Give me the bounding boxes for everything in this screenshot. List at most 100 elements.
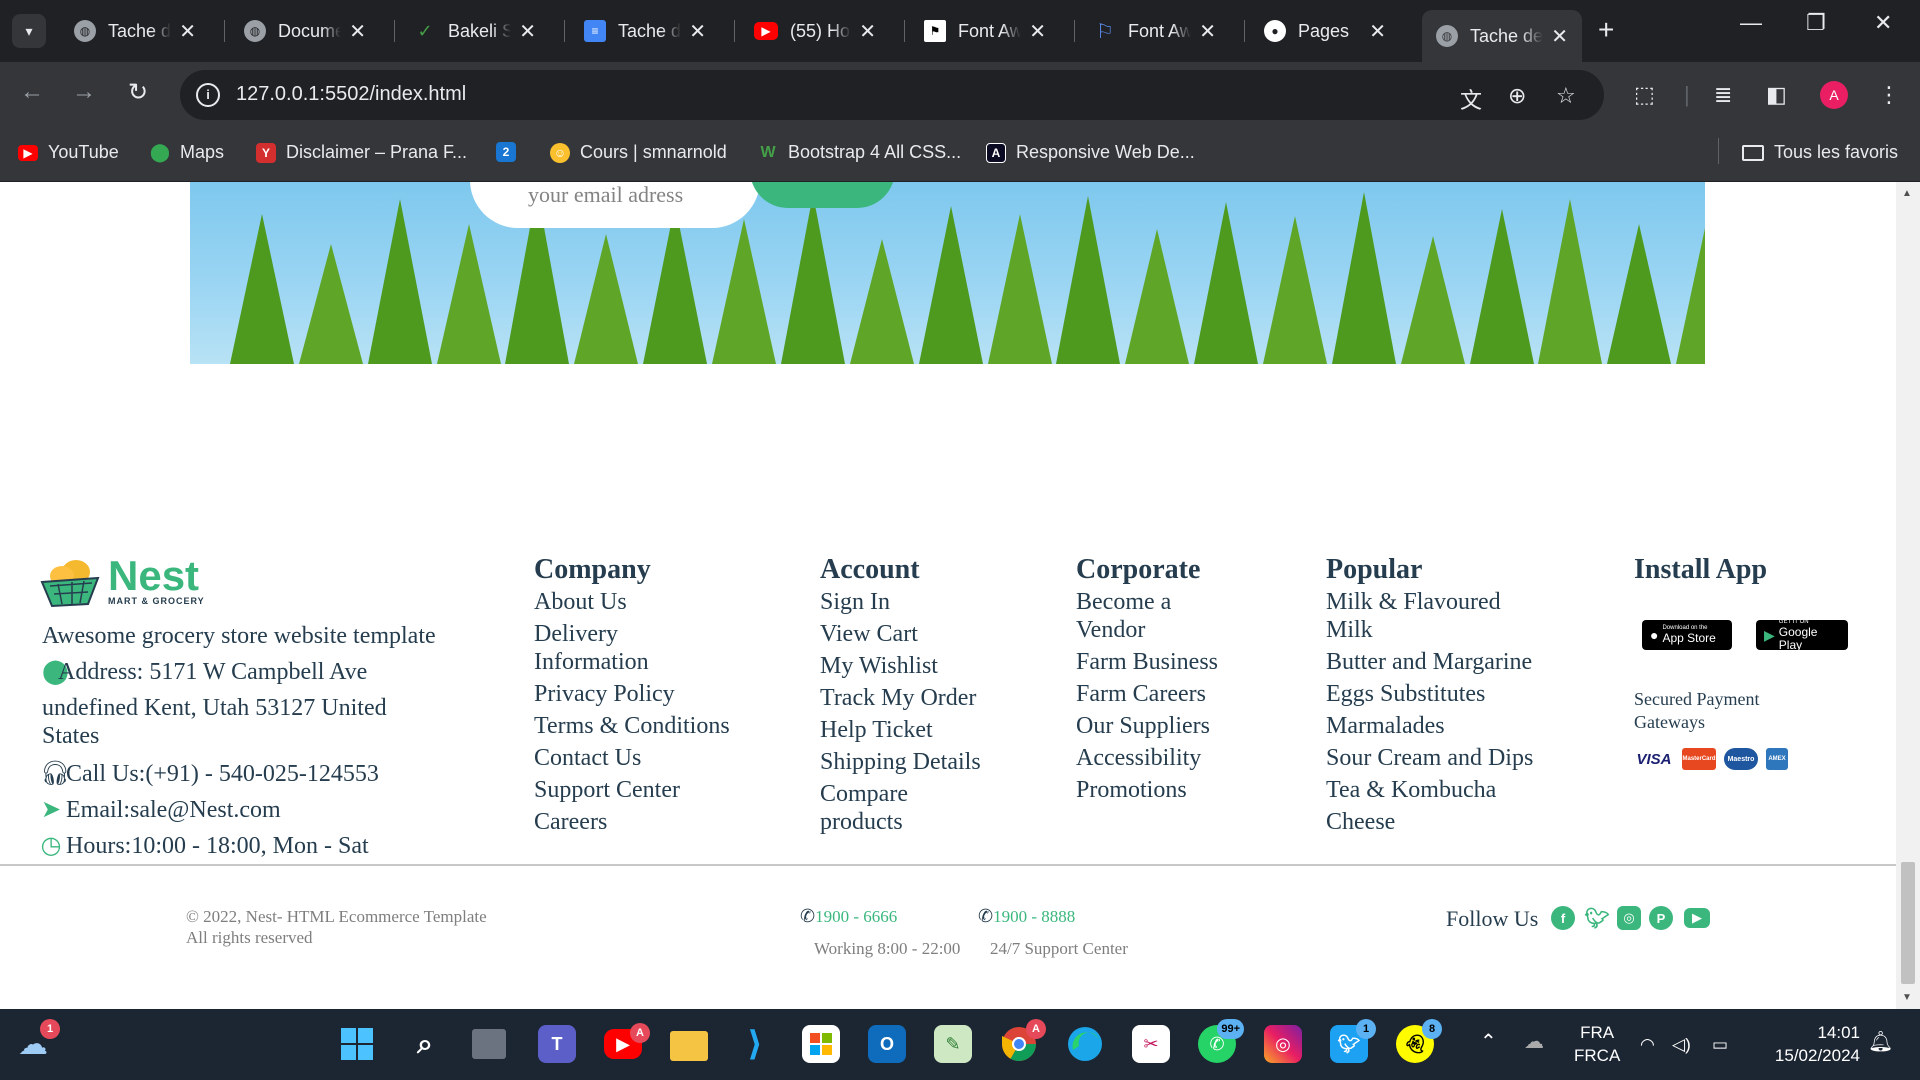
- footer-link[interactable]: Cheese: [1326, 808, 1556, 836]
- whatsapp-icon[interactable]: ✆ 99+: [1198, 1019, 1244, 1063]
- notification-bell-icon[interactable]: 🔔︎: [1868, 1031, 1893, 1054]
- close-icon[interactable]: ✕: [1199, 19, 1216, 44]
- side-panel-icon[interactable]: ◧: [1766, 82, 1787, 108]
- back-arrow-icon[interactable]: ←: [20, 78, 44, 106]
- close-icon[interactable]: ✕: [859, 19, 876, 44]
- media-icon[interactable]: ≣: [1714, 82, 1732, 108]
- search-icon[interactable]: ⌕: [406, 1025, 444, 1063]
- tab-8[interactable]: ● Pages ✕: [1250, 10, 1400, 52]
- site-info-icon[interactable]: i: [196, 83, 220, 107]
- bookmark-bootstrap[interactable]: W Bootstrap 4 All CSS...: [758, 142, 961, 163]
- all-bookmarks[interactable]: Tous les favoris: [1742, 142, 1898, 163]
- star-icon[interactable]: ☆: [1556, 83, 1576, 109]
- volume-icon[interactable]: ◁): [1672, 1033, 1691, 1056]
- vscode-icon[interactable]: ⟩: [736, 1025, 774, 1063]
- tab-7[interactable]: ⚐ Font Aw ✕: [1080, 10, 1230, 52]
- footer-link[interactable]: Promotions: [1076, 776, 1256, 804]
- footer-link[interactable]: Privacy Policy: [534, 680, 774, 708]
- bookmark-2[interactable]: 2: [496, 142, 526, 162]
- edge-icon[interactable]: [1066, 1025, 1104, 1063]
- footer-link[interactable]: Sour Cream and Dips: [1326, 744, 1556, 772]
- instagram-icon[interactable]: ◎: [1617, 906, 1641, 930]
- tab-6[interactable]: ⚑ Font Aw ✕: [910, 10, 1060, 52]
- tab-search-button[interactable]: ▾: [12, 14, 46, 48]
- nest-logo[interactable]: Nest MART & GROCERY: [36, 554, 205, 608]
- footer-link[interactable]: Sign In: [820, 588, 1020, 616]
- reload-icon[interactable]: ↻: [128, 78, 148, 107]
- footer-link[interactable]: Butter and Margarine: [1326, 648, 1556, 676]
- notes-icon[interactable]: ✎: [934, 1025, 972, 1063]
- bookmark-maps[interactable]: ⬤ Maps: [150, 142, 224, 163]
- new-tab-button[interactable]: +: [1598, 14, 1614, 46]
- restore-icon[interactable]: ❐: [1806, 10, 1826, 36]
- footer-link[interactable]: Track My Order: [820, 684, 1020, 712]
- footer-link[interactable]: Eggs Substitutes: [1326, 680, 1556, 708]
- footer-link[interactable]: View Cart: [820, 620, 1020, 648]
- tab-2[interactable]: ◍ Document ✕: [230, 10, 380, 52]
- footer-link[interactable]: My Wishlist: [820, 652, 1020, 680]
- windows-start-icon[interactable]: [338, 1025, 376, 1063]
- weather-icon[interactable]: ☁ 1: [14, 1019, 60, 1063]
- minimize-icon[interactable]: —: [1740, 10, 1762, 36]
- language-indicator[interactable]: FRA FRCA: [1574, 1021, 1620, 1067]
- footer-link[interactable]: Farm Business: [1076, 648, 1256, 676]
- close-icon[interactable]: ✕: [1551, 24, 1568, 49]
- snipping-tool-icon[interactable]: ✂: [1132, 1025, 1170, 1063]
- footer-link[interactable]: Support Center: [534, 776, 774, 804]
- onedrive-icon[interactable]: ☁: [1524, 1031, 1544, 1054]
- tab-5[interactable]: ▶ (55) Ho ✕: [740, 10, 890, 52]
- pinterest-icon[interactable]: P: [1649, 906, 1673, 930]
- tab-1[interactable]: ◍ Tache de ✕: [60, 10, 210, 52]
- footer-link[interactable]: Compare products: [820, 780, 930, 836]
- close-icon[interactable]: ✕: [689, 19, 706, 44]
- footer-link[interactable]: Shipping Details: [820, 748, 1020, 776]
- tab-3[interactable]: ✓ Bakeli Sc ✕: [400, 10, 550, 52]
- scroll-down-icon[interactable]: ▼: [1902, 992, 1912, 1003]
- close-icon[interactable]: ✕: [1029, 19, 1046, 44]
- footer-link[interactable]: Our Suppliers: [1076, 712, 1256, 740]
- footer-link[interactable]: Accessibility: [1076, 744, 1256, 772]
- footer-link[interactable]: About Us: [534, 588, 774, 616]
- profile-avatar[interactable]: A: [1820, 81, 1848, 109]
- teams-icon[interactable]: T: [538, 1025, 576, 1063]
- scroll-up-icon[interactable]: ▲: [1902, 188, 1912, 199]
- app-store-button[interactable]: ● Download on the App Store: [1642, 620, 1732, 650]
- footer-link[interactable]: Marmalades: [1326, 712, 1556, 740]
- twitter-app-icon[interactable]: 🐦︎ 1: [1330, 1019, 1376, 1063]
- footer-link[interactable]: Become a Vendor: [1076, 588, 1196, 644]
- phone-1[interactable]: ✆1900 - 6666: [800, 906, 897, 927]
- footer-link[interactable]: Help Ticket: [820, 716, 1020, 744]
- close-icon[interactable]: ✕: [179, 19, 196, 44]
- battery-icon[interactable]: ▭: [1712, 1033, 1728, 1056]
- footer-link[interactable]: Contact Us: [534, 744, 774, 772]
- zoom-icon[interactable]: ⊕: [1508, 83, 1526, 109]
- close-icon[interactable]: ✕: [1369, 19, 1386, 44]
- extensions-icon[interactable]: ⬚: [1634, 82, 1655, 108]
- forward-arrow-icon[interactable]: →: [72, 78, 96, 106]
- scrollbar-thumb[interactable]: [1901, 862, 1915, 984]
- page-scrollbar[interactable]: ▲ ▼: [1896, 182, 1920, 1009]
- microsoft-store-icon[interactable]: [802, 1025, 840, 1063]
- translate-icon[interactable]: 文: [1460, 83, 1482, 115]
- footer-link[interactable]: Terms & Conditions: [534, 712, 774, 740]
- close-icon[interactable]: ✕: [349, 19, 366, 44]
- google-play-button[interactable]: ▶ GET IT ON Google Play: [1756, 619, 1848, 651]
- bookmark-prana[interactable]: Y Disclaimer – Prana F...: [256, 142, 467, 163]
- bookmark-smnarnold[interactable]: ☺ Cours | smnarnold: [550, 142, 727, 163]
- close-window-icon[interactable]: ✕: [1874, 10, 1892, 36]
- snapchat-icon[interactable]: 👻︎ 8: [1396, 1019, 1442, 1063]
- menu-icon[interactable]: ⋮: [1878, 82, 1900, 108]
- wifi-icon[interactable]: ◠: [1640, 1033, 1655, 1056]
- address-bar[interactable]: i 127.0.0.1:5502/index.html 文 ⊕ ☆: [180, 70, 1604, 120]
- footer-link[interactable]: Careers: [534, 808, 774, 836]
- subscribe-button[interactable]: [750, 182, 895, 208]
- bookmark-responsive[interactable]: A Responsive Web De...: [986, 142, 1195, 163]
- tab-active[interactable]: ◍ Tache de ✕: [1422, 10, 1582, 62]
- bookmark-youtube[interactable]: ▶ YouTube: [18, 142, 119, 163]
- youtube-app-icon[interactable]: ▶ A: [604, 1023, 650, 1059]
- phone-2[interactable]: ✆1900 - 8888: [978, 906, 1075, 927]
- instagram-app-icon[interactable]: ◎: [1264, 1025, 1302, 1063]
- twitter-icon[interactable]: 🐦︎: [1584, 906, 1609, 930]
- footer-link[interactable]: Milk & Flavoured Milk: [1326, 588, 1526, 644]
- url-text[interactable]: 127.0.0.1:5502/index.html: [236, 83, 466, 106]
